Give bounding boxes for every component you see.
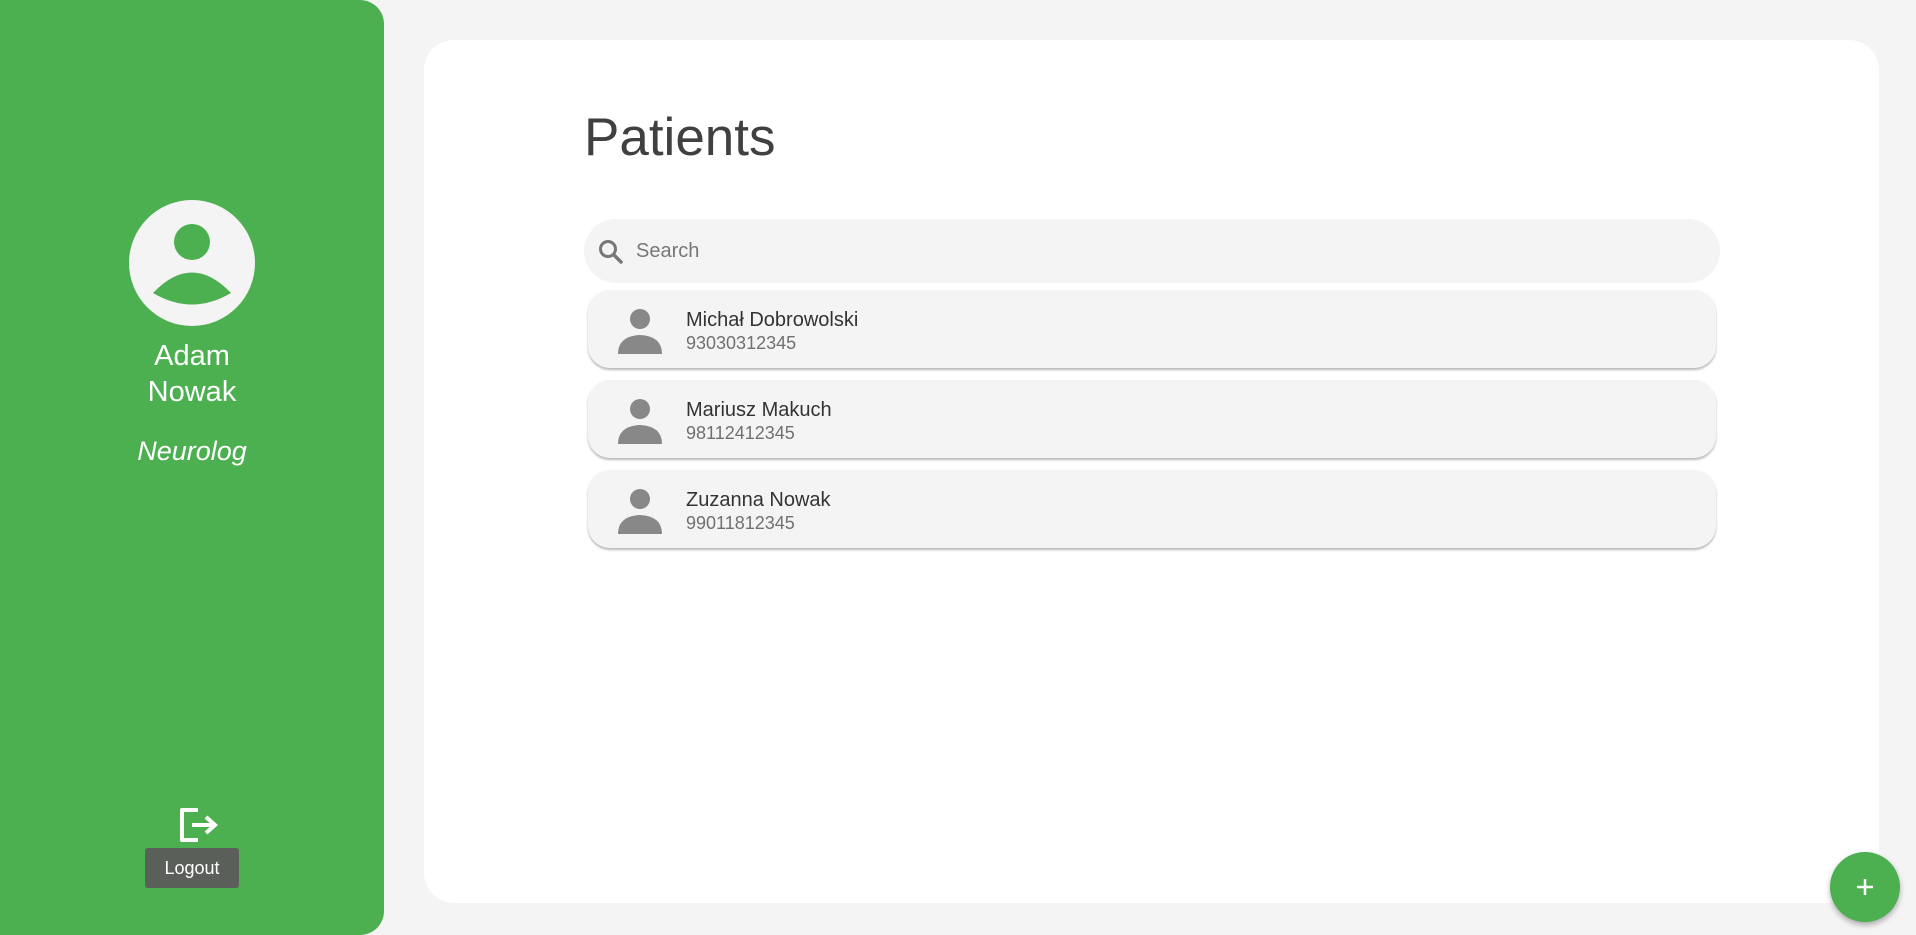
doctor-name: Adam Nowak [92, 338, 292, 410]
search-input[interactable] [632, 231, 1700, 271]
patient-list-item[interactable]: Michał Dobrowolski 93030312345 [588, 290, 1716, 368]
doctor-first-name: Adam [154, 340, 230, 372]
search-bar[interactable] [584, 219, 1720, 283]
patient-list-item[interactable]: Zuzanna Nowak 99011812345 [588, 470, 1716, 548]
patient-pesel: 98112412345 [686, 423, 795, 443]
add-patient-button[interactable] [1830, 852, 1900, 922]
patient-name: Zuzanna Nowak [686, 489, 831, 511]
logout-button[interactable]: Logout [145, 848, 239, 888]
person-icon [616, 398, 664, 444]
doctor-avatar-icon [129, 200, 255, 326]
patient-pesel: 93030312345 [686, 333, 797, 353]
patient-pesel: 99011812345 [686, 513, 795, 533]
search-icon [596, 237, 626, 267]
patient-name: Mariusz Makuch [686, 399, 832, 421]
logout-icon[interactable] [178, 806, 220, 844]
sidebar: Adam Nowak Neurolog Logout [0, 0, 384, 935]
plus-icon [1853, 875, 1877, 899]
patient-name: Michał Dobrowolski [686, 309, 859, 331]
person-icon [616, 488, 664, 534]
patient-list-item[interactable]: Mariusz Makuch 98112412345 [588, 380, 1716, 458]
doctor-last-name: Nowak [147, 376, 237, 408]
page-title: Patients [584, 108, 776, 167]
doctor-role: Neurolog [137, 436, 247, 466]
person-icon [616, 308, 664, 354]
